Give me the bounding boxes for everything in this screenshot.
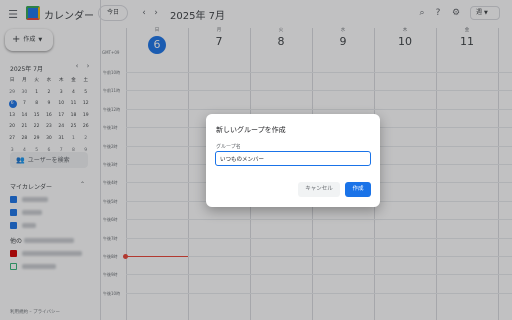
group-name-label: グループ名 — [216, 144, 241, 150]
create-group-dialog: 新しいグループを作成 グループ名 キャンセル 作成 — [206, 114, 380, 207]
create-group-button[interactable]: 作成 — [345, 182, 371, 197]
group-name-input[interactable] — [215, 151, 371, 166]
cancel-button[interactable]: キャンセル — [298, 182, 340, 197]
dialog-title: 新しいグループを作成 — [216, 126, 286, 134]
